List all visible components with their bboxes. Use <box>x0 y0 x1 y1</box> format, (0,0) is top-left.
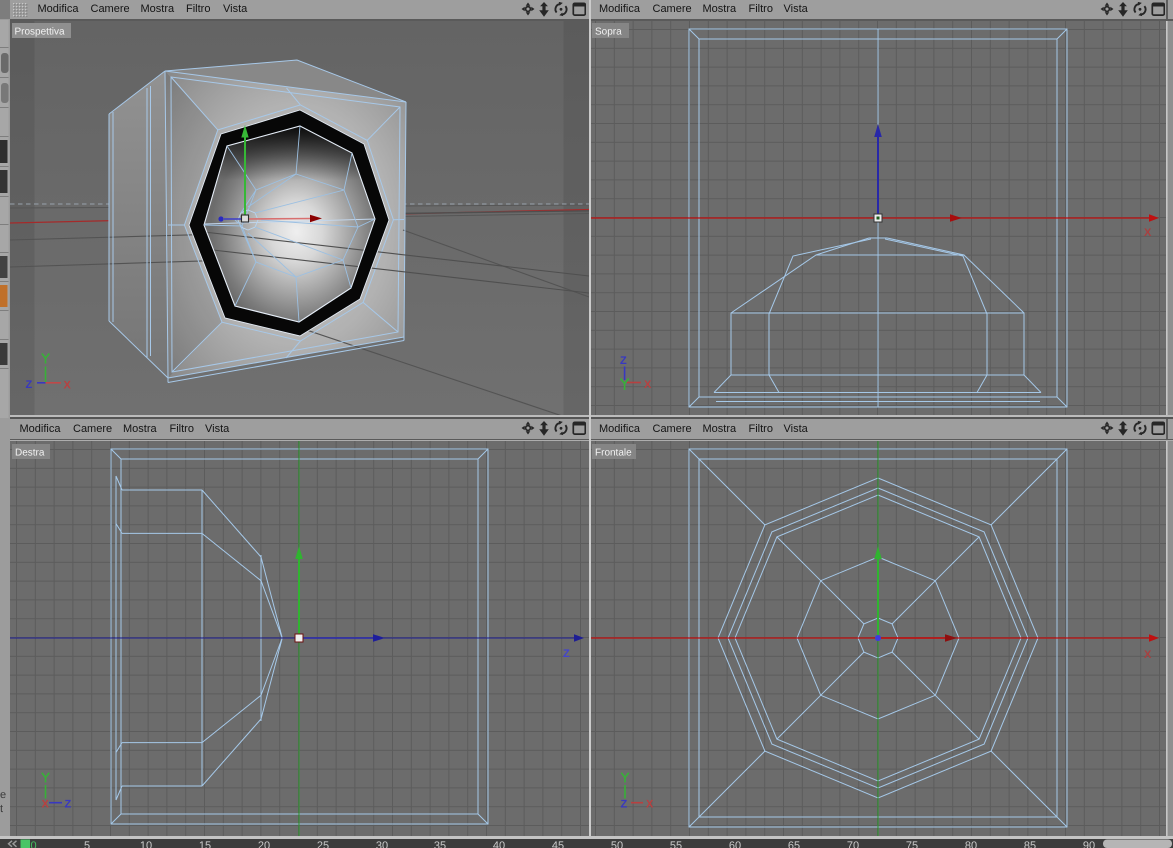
svg-text:0: 0 <box>31 840 37 848</box>
svg-text:80: 80 <box>965 840 977 848</box>
svg-text:Frontale: Frontale <box>595 448 632 459</box>
svg-text:25: 25 <box>317 840 329 848</box>
svg-text:15: 15 <box>199 840 211 848</box>
svg-text:85: 85 <box>1024 840 1036 848</box>
svg-text:Z: Z <box>620 355 627 367</box>
svg-text:X: X <box>42 799 50 811</box>
svg-text:10: 10 <box>140 840 152 848</box>
svg-text:X: X <box>1144 227 1152 239</box>
svg-text:X: X <box>64 380 72 392</box>
svg-text:65: 65 <box>788 840 800 848</box>
svg-text:X: X <box>646 799 654 811</box>
svg-text:Z: Z <box>621 799 628 811</box>
svg-text:60: 60 <box>729 840 741 848</box>
svg-text:20: 20 <box>258 840 270 848</box>
svg-text:X: X <box>644 379 652 391</box>
svg-text:Z: Z <box>65 799 72 811</box>
svg-text:70: 70 <box>847 840 859 848</box>
svg-text:Destra: Destra <box>15 448 45 459</box>
svg-text:X: X <box>1144 649 1152 661</box>
svg-text:45: 45 <box>552 840 564 848</box>
svg-text:40: 40 <box>493 840 505 848</box>
svg-text:50: 50 <box>611 840 623 848</box>
svg-text:e: e <box>0 789 6 801</box>
svg-text:Z: Z <box>26 379 33 391</box>
svg-text:t: t <box>0 803 3 815</box>
svg-text:Z: Z <box>563 648 570 660</box>
svg-text:55: 55 <box>670 840 682 848</box>
svg-text:30: 30 <box>376 840 388 848</box>
svg-text:Prospettiva: Prospettiva <box>15 27 65 38</box>
svg-text:Sopra: Sopra <box>595 27 622 38</box>
svg-text:35: 35 <box>434 840 446 848</box>
svg-text:90: 90 <box>1083 840 1095 848</box>
svg-text:75: 75 <box>906 840 918 848</box>
svg-text:5: 5 <box>84 840 90 848</box>
